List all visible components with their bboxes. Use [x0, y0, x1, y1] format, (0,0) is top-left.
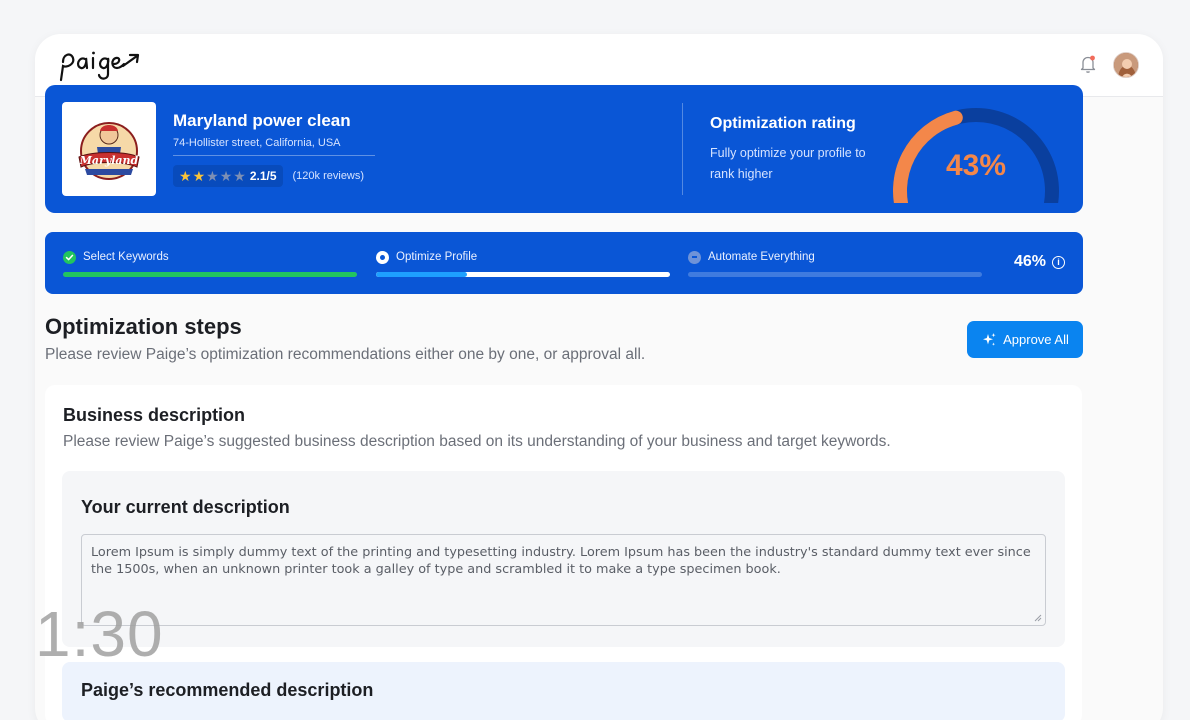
review-count: (120k reviews)	[292, 170, 365, 182]
active-step-icon	[376, 250, 389, 264]
step-label: Automate Everything	[708, 251, 815, 263]
divider	[682, 103, 683, 195]
pending-step-icon	[688, 250, 701, 264]
section-title: Business description	[63, 405, 246, 425]
timer-overlay: 1:30	[35, 598, 164, 670]
rating-pill: ★ ★ ★ ★ ★ 2.1/5	[173, 165, 283, 187]
star-icon: ★	[233, 168, 246, 184]
step-progress-fill	[63, 272, 357, 277]
check-circle-icon	[63, 250, 76, 264]
approve-all-label: Approve All	[1003, 332, 1069, 347]
business-description-card: Business description Please review Paige…	[45, 385, 1082, 720]
current-description-text: Lorem Ipsum is simply dummy text of the …	[91, 545, 1031, 577]
star-icon: ★	[206, 168, 219, 184]
step-progress-track	[688, 272, 982, 277]
business-logo-text: Maryland	[79, 154, 139, 167]
step-label: Optimize Profile	[396, 251, 478, 263]
star-icon: ★	[219, 168, 233, 184]
business-logo: Maryland	[62, 102, 156, 196]
step-label: Select Keywords	[83, 251, 169, 263]
optimization-rating-title: Optimization rating	[710, 115, 856, 132]
info-icon[interactable]: i	[1052, 255, 1065, 269]
step-progress-track	[63, 272, 357, 277]
business-name: Maryland power clean	[173, 111, 351, 130]
notification-bell-icon[interactable]	[1079, 54, 1097, 79]
resize-handle-icon[interactable]	[1032, 612, 1042, 622]
star-rating: ★ ★ ★ ★ ★	[179, 169, 246, 183]
business-summary-card: Maryland Maryland power clean 74-Hollist…	[45, 85, 1083, 213]
progress-card: Select Keywords Optimize Profile Automat…	[45, 232, 1083, 294]
sparkle-icon	[983, 332, 996, 346]
section-subtitle: Please review Paige’s suggested business…	[63, 433, 891, 450]
step-progress-track	[376, 272, 670, 277]
step-progress-fill	[376, 272, 468, 277]
business-address: 74-Hollister street, California, USA	[173, 137, 341, 149]
optimization-percent: 43%	[945, 149, 1007, 182]
recommended-description-panel: Paige’s recommended description	[62, 662, 1065, 720]
current-description-panel: Your current description Lorem Ipsum is …	[62, 471, 1065, 647]
current-description-textarea[interactable]: Lorem Ipsum is simply dummy text of the …	[81, 534, 1046, 626]
current-description-title: Your current description	[81, 497, 290, 517]
step-automate-everything[interactable]: Automate Everything	[688, 250, 982, 277]
step-select-keywords[interactable]: Select Keywords	[63, 250, 357, 277]
star-icon: ★	[179, 168, 192, 184]
overall-progress: 46% i	[1014, 253, 1065, 271]
recommended-description-title: Paige’s recommended description	[81, 680, 374, 700]
star-icon: ★	[192, 168, 206, 184]
optimization-rating-subtitle: Fully optimize your profile to rank high…	[710, 146, 866, 181]
user-avatar[interactable]	[1113, 52, 1139, 78]
approve-all-button[interactable]: Approve All	[967, 321, 1083, 358]
rating-value: 2.1/5	[249, 169, 277, 183]
page-title: Optimization steps	[45, 314, 242, 339]
divider	[173, 155, 375, 156]
paige-logo[interactable]	[57, 44, 147, 91]
overall-progress-value: 46%	[1013, 253, 1046, 270]
step-optimize-profile[interactable]: Optimize Profile	[376, 250, 670, 277]
page-subtitle: Please review Paige’s optimization recom…	[45, 346, 646, 363]
rating-row: ★ ★ ★ ★ ★ 2.1/5 (120k reviews)	[173, 165, 364, 187]
